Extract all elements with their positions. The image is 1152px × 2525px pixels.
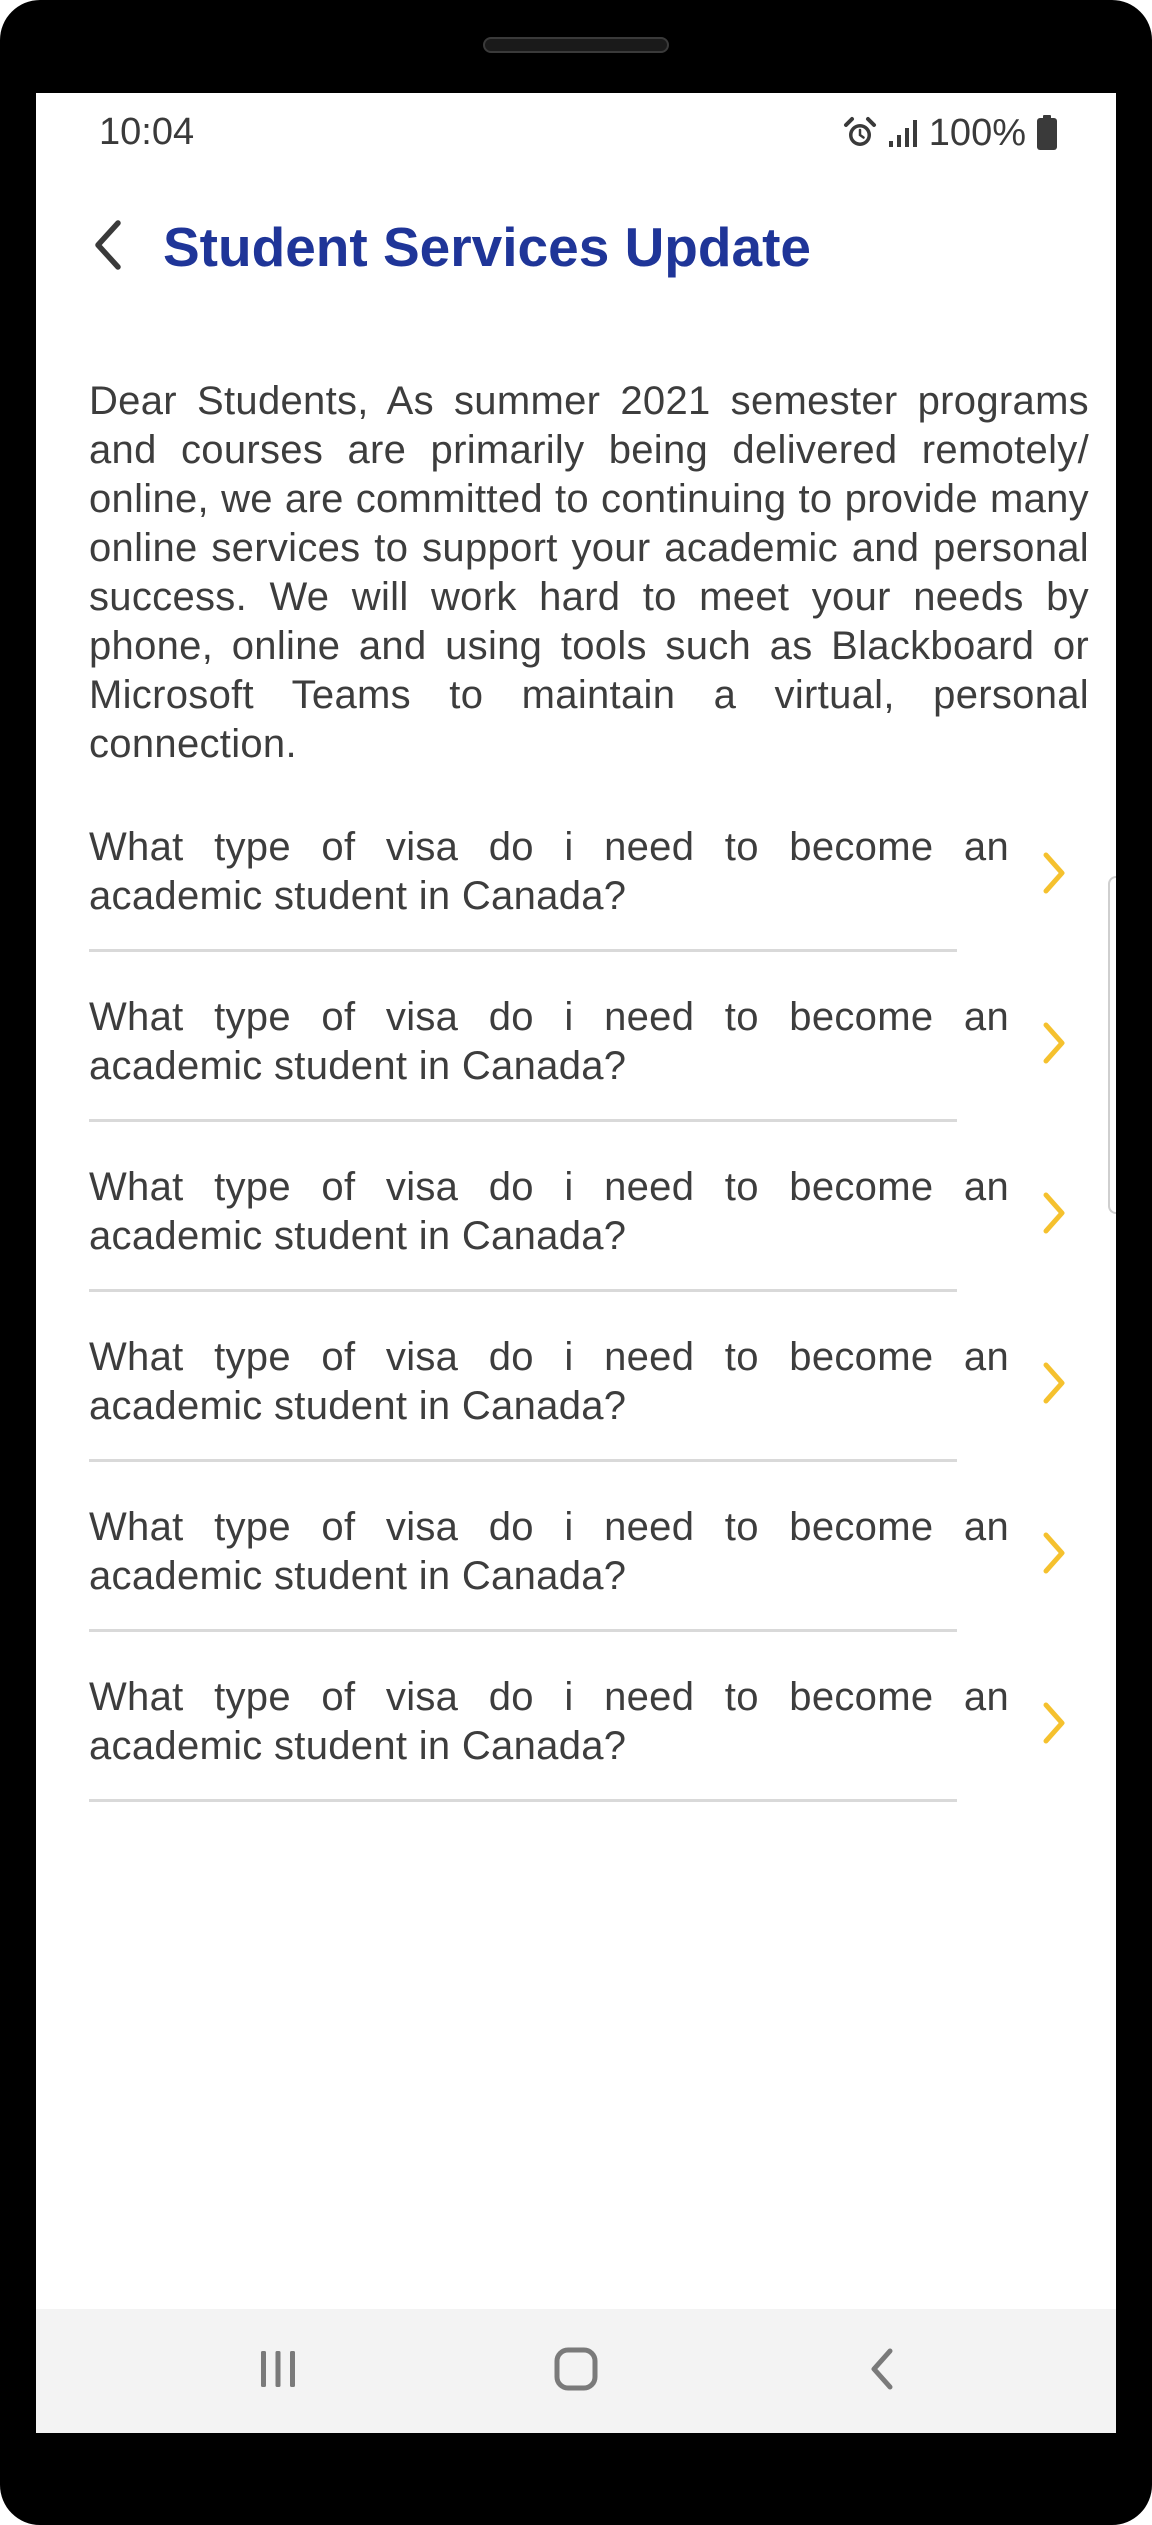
chevron-right-icon <box>1034 1015 1074 1071</box>
status-icons: 100% <box>843 111 1058 155</box>
chevron-right-icon <box>1034 1525 1074 1581</box>
status-bar: 10:04 100% <box>36 93 1116 173</box>
recent-apps-icon <box>256 2347 300 2396</box>
faq-question: What type of visa do i need to become an… <box>89 825 1009 918</box>
back-icon <box>866 2345 898 2398</box>
divider <box>89 1459 957 1462</box>
status-time: 10:04 <box>99 111 195 153</box>
chevron-right-icon <box>1034 1185 1074 1241</box>
divider <box>89 1799 957 1802</box>
faq-item[interactable]: What type of visa do i need to become an… <box>36 993 1116 1163</box>
scroll-indicator[interactable] <box>1108 876 1116 1214</box>
divider <box>89 1289 957 1292</box>
home-icon <box>552 2345 600 2398</box>
page-title: Student Services Update <box>163 216 811 278</box>
chevron-left-icon <box>92 219 124 276</box>
battery-icon <box>1036 115 1058 151</box>
alarm-icon <box>843 116 877 150</box>
faq-question: What type of visa do i need to become an… <box>89 995 1009 1088</box>
chevron-right-icon <box>1034 845 1074 901</box>
app-header: Student Services Update <box>36 193 1116 303</box>
intro-paragraph: Dear Students, As summer 2021 semester p… <box>89 379 1089 766</box>
signal-icon <box>887 117 919 149</box>
faq-item[interactable]: What type of visa do i need to become an… <box>36 1503 1116 1673</box>
divider <box>89 1629 957 1632</box>
faq-question: What type of visa do i need to become an… <box>89 1335 1009 1428</box>
chevron-right-icon <box>1034 1695 1074 1751</box>
system-back-button[interactable] <box>842 2339 922 2403</box>
phone-frame: 10:04 100% Student Services Update Dear … <box>0 0 1152 2525</box>
faq-item[interactable]: What type of visa do i need to become an… <box>36 1673 1116 1843</box>
home-button[interactable] <box>536 2339 616 2403</box>
faq-item[interactable]: What type of visa do i need to become an… <box>36 823 1116 993</box>
faq-item[interactable]: What type of visa do i need to become an… <box>36 1163 1116 1333</box>
screen: 10:04 100% Student Services Update Dear … <box>36 93 1116 2433</box>
divider <box>89 949 957 952</box>
back-button[interactable] <box>76 215 140 279</box>
faq-question: What type of visa do i need to become an… <box>89 1505 1009 1598</box>
chevron-right-icon <box>1034 1355 1074 1411</box>
system-nav-bar <box>36 2309 1116 2433</box>
recent-apps-button[interactable] <box>238 2339 318 2403</box>
battery-percentage: 100% <box>928 111 1026 154</box>
earpiece-speaker <box>483 37 669 53</box>
faq-question: What type of visa do i need to become an… <box>89 1675 1009 1768</box>
divider <box>89 1119 957 1122</box>
faq-item[interactable]: What type of visa do i need to become an… <box>36 1333 1116 1503</box>
faq-question: What type of visa do i need to become an… <box>89 1165 1009 1258</box>
